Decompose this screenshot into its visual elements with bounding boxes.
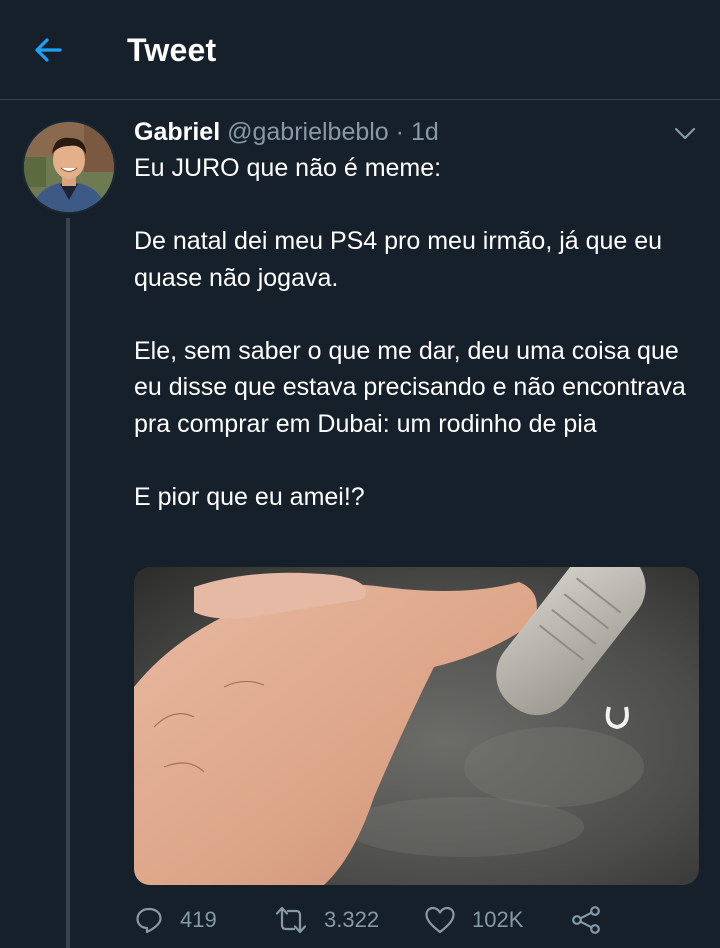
separator-dot: · xyxy=(395,118,404,146)
reply-count: 419 xyxy=(180,907,217,932)
author-handle[interactable]: @gabrielbeblo xyxy=(227,118,389,146)
like-count: 102K xyxy=(472,907,524,932)
page-title: Tweet xyxy=(127,32,217,68)
more-options-button[interactable] xyxy=(670,118,700,148)
share-icon xyxy=(572,906,600,934)
heart-icon xyxy=(425,906,455,934)
avatar[interactable] xyxy=(22,120,116,214)
tweet-text: Eu JURO que não é meme: De natal dei meu… xyxy=(134,154,686,511)
thread-line xyxy=(66,218,70,948)
arrow-left-icon xyxy=(35,38,62,62)
top-bar: Tweet xyxy=(0,0,720,100)
profile-photo xyxy=(24,122,114,212)
chevron-down-icon xyxy=(674,127,696,140)
retweet-icon xyxy=(275,906,307,934)
like-button[interactable]: 102K xyxy=(424,898,523,942)
back-button[interactable] xyxy=(28,30,68,70)
retweet-button[interactable]: 3.322 xyxy=(274,898,379,942)
retweet-count: 3.322 xyxy=(324,907,380,932)
tweet-actions: 419 3.322 102K xyxy=(134,898,704,942)
tweet-image[interactable] xyxy=(134,567,699,885)
tweet-header: Gabriel @gabrielbeblo · 1d xyxy=(134,114,439,150)
tweet-timestamp[interactable]: 1d xyxy=(411,118,439,146)
photo-hand-holding-sink-squeegee xyxy=(134,567,699,885)
share-button[interactable] xyxy=(570,898,602,942)
reply-icon xyxy=(136,907,162,934)
author-name[interactable]: Gabriel xyxy=(134,118,220,146)
reply-button[interactable]: 419 xyxy=(134,898,217,942)
